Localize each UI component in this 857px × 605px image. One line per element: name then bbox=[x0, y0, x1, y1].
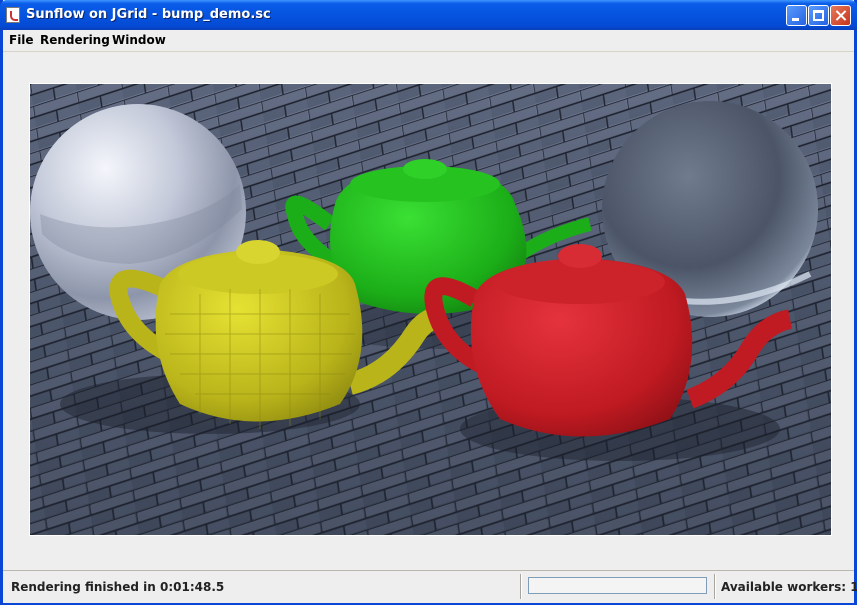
menu-bar: File Rendering Window bbox=[3, 30, 854, 52]
status-separator bbox=[520, 574, 521, 599]
window-title: Sunflow on JGrid - bump_demo.sc bbox=[26, 7, 271, 22]
title-bar[interactable]: Sunflow on JGrid - bump_demo.sc bbox=[0, 0, 857, 30]
status-message: Rendering finished in 0:01:48.5 bbox=[11, 580, 225, 594]
minimize-button[interactable] bbox=[786, 5, 807, 26]
app-window: Sunflow on JGrid - bump_demo.sc File Ren… bbox=[0, 0, 857, 605]
rendered-scene bbox=[30, 84, 831, 535]
menu-window[interactable]: Window bbox=[112, 33, 166, 47]
maximize-button[interactable] bbox=[808, 5, 829, 26]
menu-rendering[interactable]: Rendering bbox=[40, 33, 110, 47]
status-bar: Rendering finished in 0:01:48.5 Availabl… bbox=[3, 570, 857, 603]
render-image bbox=[29, 83, 832, 536]
java-app-icon[interactable] bbox=[6, 7, 20, 23]
menu-file[interactable]: File bbox=[9, 33, 34, 47]
available-workers: Available workers: 16 bbox=[721, 580, 857, 594]
close-button[interactable] bbox=[830, 5, 851, 26]
main-content bbox=[3, 52, 854, 570]
status-separator bbox=[714, 574, 715, 599]
render-progress-bar bbox=[528, 577, 707, 594]
